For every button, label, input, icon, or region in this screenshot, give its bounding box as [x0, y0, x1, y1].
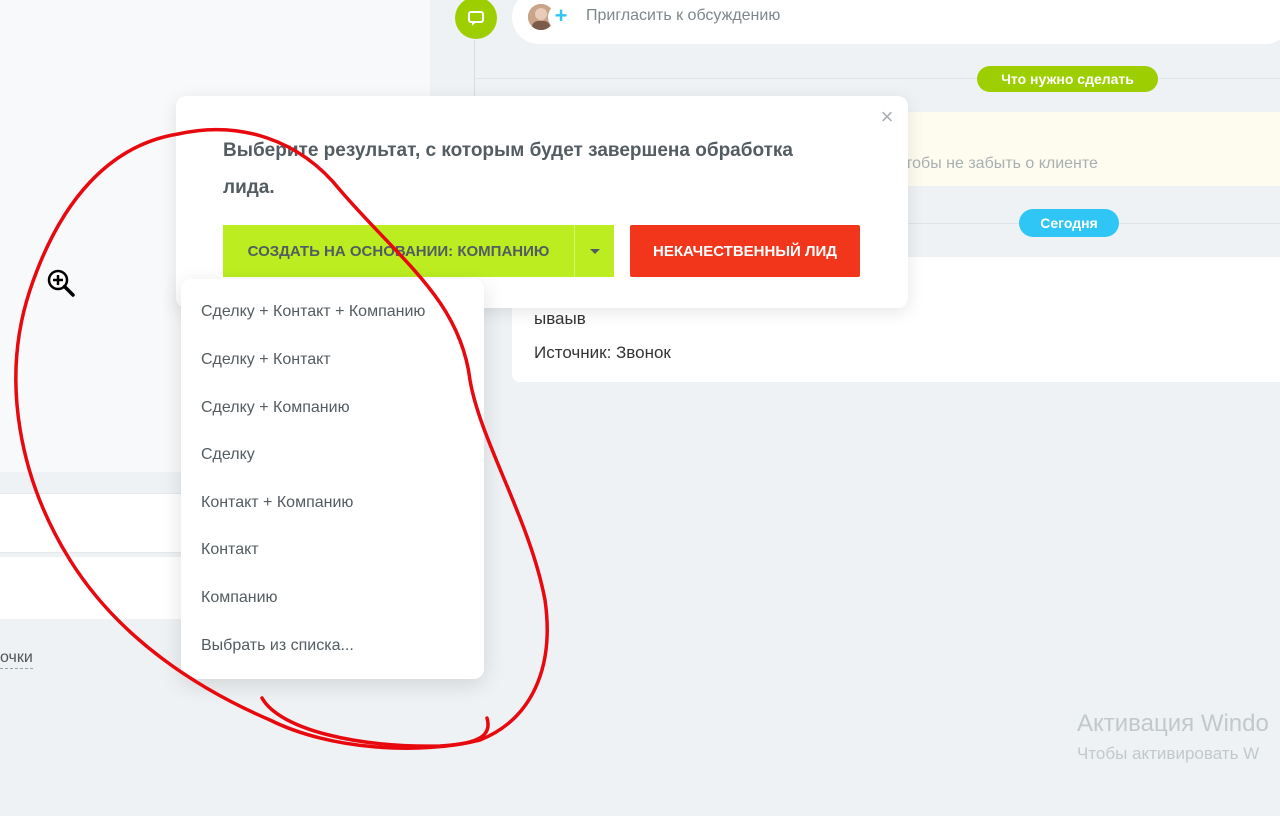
- lead-source: Источник: Звонок: [534, 343, 671, 362]
- reminder-note-text: тобы не забыть о клиенте: [905, 155, 1098, 172]
- left-panel-block: [0, 493, 190, 553]
- menu-item-deal-contact[interactable]: Сделку + Контакт: [201, 346, 481, 374]
- create-based-on-button[interactable]: СОЗДАТЬ НА ОСНОВАНИИ: КОМПАНИЮ: [223, 225, 574, 277]
- menu-item-select-from-list[interactable]: Выбрать из списка...: [201, 632, 481, 660]
- menu-item-deal-contact-company[interactable]: Сделку + Контакт + Компанию: [201, 298, 481, 326]
- chat-icon: [455, 0, 497, 39]
- popup-title: Выберите результат, с которым будет заве…: [223, 140, 793, 198]
- left-panel-block: [0, 557, 190, 619]
- timeline-divider: [474, 78, 1280, 79]
- menu-item-deal[interactable]: Сделку: [201, 441, 481, 469]
- todo-badge: Что нужно сделать: [977, 66, 1158, 92]
- zoom-in-cursor-icon: [47, 269, 75, 297]
- reminder-note[interactable]: [880, 112, 1280, 186]
- windows-activation-title: Активация Windo: [1077, 710, 1269, 737]
- chevron-down-icon: [589, 248, 600, 254]
- create-options-menu: [181, 279, 484, 679]
- add-participant-icon[interactable]: +: [548, 4, 574, 30]
- menu-item-contact[interactable]: Контакт: [201, 536, 481, 564]
- invite-label[interactable]: Пригласить к обсуждению: [586, 7, 780, 25]
- windows-activation-subtitle: Чтобы активировать W: [1077, 744, 1260, 763]
- lead-name: ываыв: [534, 309, 586, 328]
- timeline-line: [474, 40, 475, 100]
- create-options-dropdown-toggle[interactable]: [574, 225, 614, 277]
- bad-lead-button[interactable]: НЕКАЧЕСТВЕННЫЙ ЛИД: [630, 225, 860, 277]
- menu-item-contact-company[interactable]: Контакт + Компанию: [201, 489, 481, 517]
- menu-item-company[interactable]: Компанию: [201, 584, 481, 612]
- today-badge: Сегодня: [1019, 209, 1119, 237]
- close-icon[interactable]: ×: [878, 106, 896, 128]
- left-panel-link[interactable]: очки: [0, 648, 33, 669]
- menu-item-deal-company[interactable]: Сделку + Компанию: [201, 394, 481, 422]
